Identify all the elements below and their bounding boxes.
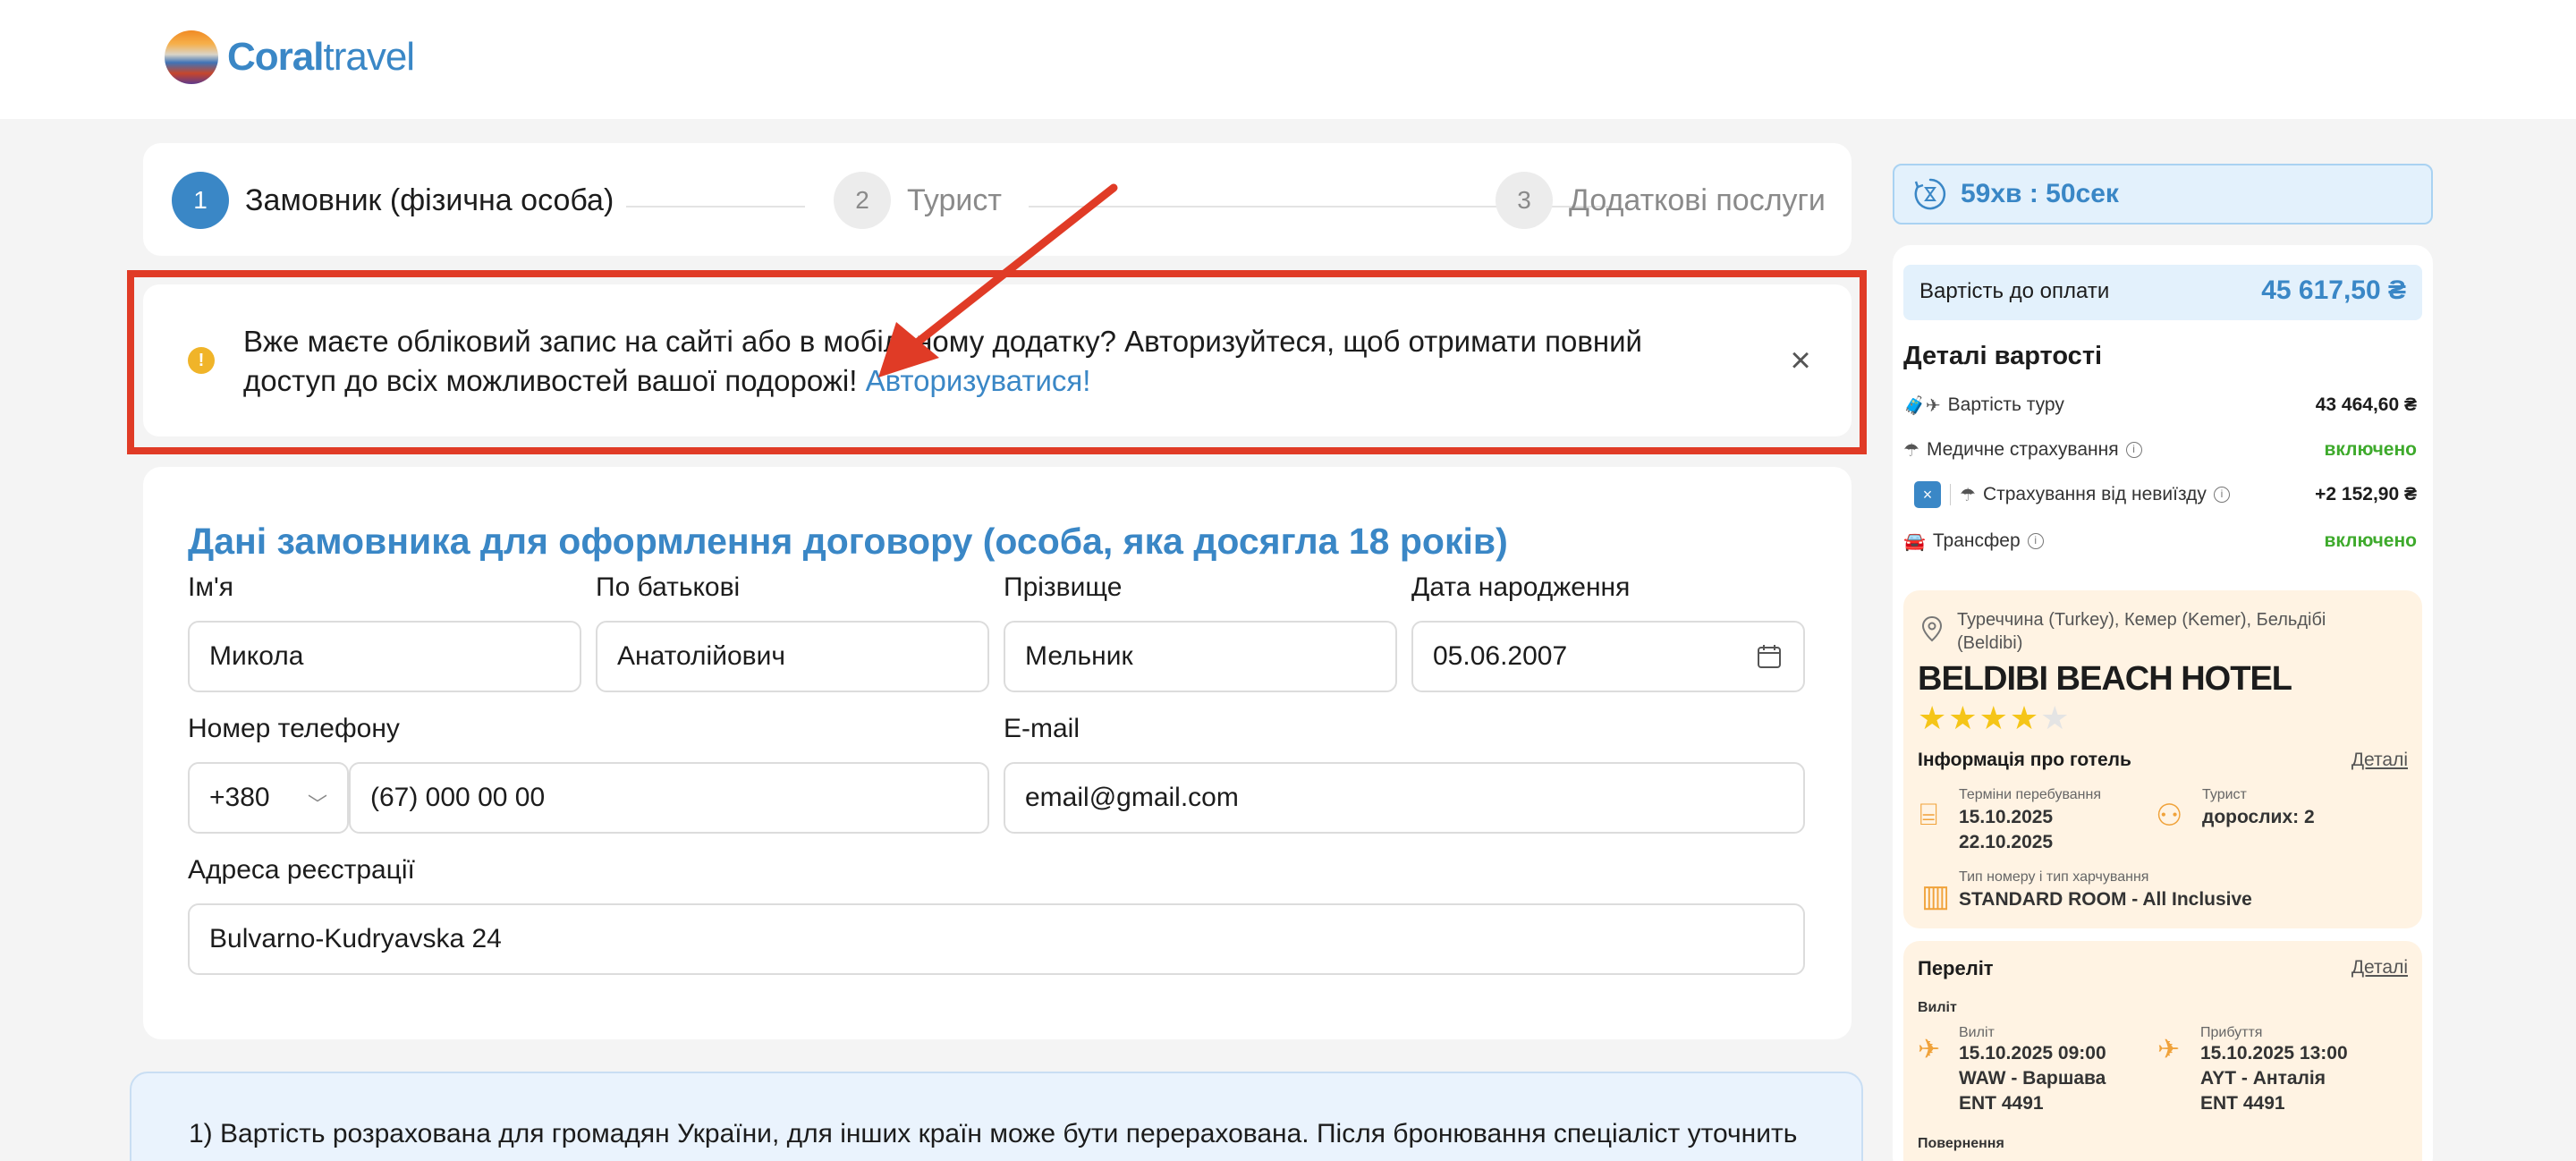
phone-input[interactable]: (67) 000 00 00: [349, 762, 989, 834]
flight-title: Переліт: [1918, 957, 1994, 979]
address-input[interactable]: Bulvarno-Kudryavska 24: [188, 903, 1805, 975]
room-label: Тип номеру і тип харчування: [1959, 869, 2149, 885]
calendar-icon[interactable]: [1755, 642, 1784, 671]
calendar-stay-icon: ⌸: [1919, 798, 1938, 832]
arr-flight: ENT 4491: [2200, 1093, 2285, 1114]
address-label: Адреса реєстрації: [188, 855, 415, 885]
dep-flight: ENT 4491: [1959, 1093, 2044, 1114]
room-value: STANDARD ROOM - All Inclusive: [1959, 889, 2252, 910]
chevron-down-icon: ﹀: [307, 793, 327, 816]
arr-label: Прибуття: [2200, 1025, 2263, 1040]
total-label: Вартість до оплати: [1919, 279, 2110, 303]
cost-row-tour: 🧳✈ Вартість туру 43 464,60 ₴: [1903, 394, 2417, 416]
return-section-label: Повернення: [1918, 1136, 2004, 1151]
first-name-label: Ім'я: [188, 572, 233, 602]
plane-landing-icon: ✈: [2157, 1035, 2181, 1064]
departure-section-label: Виліт: [1918, 1000, 1957, 1015]
price-info-text: 1) Вартість розрахована для громадян Укр…: [189, 1119, 1798, 1161]
step-tourist[interactable]: 2 Турист: [834, 172, 1002, 229]
hotel-info-label: Інформація про готель: [1918, 750, 2131, 770]
timer-text: 59хв : 50сек: [1961, 179, 2119, 208]
step-number: 1: [172, 172, 229, 229]
step-extra-services[interactable]: 3 Додаткові послуги: [1496, 172, 1826, 229]
info-icon[interactable]: i: [2125, 442, 2142, 458]
stay-to: 22.10.2025: [1959, 832, 2054, 852]
tourist-label: Турист: [2202, 787, 2247, 802]
email-input[interactable]: email@gmail.com: [1004, 762, 1805, 834]
hourglass-timer-icon: [1914, 178, 1946, 210]
tourists-icon: ⚇: [2156, 799, 2183, 833]
info-icon[interactable]: i: [2213, 487, 2230, 503]
site-header: Coraltravel: [0, 0, 2576, 119]
arr-time: 15.10.2025 13:00: [2200, 1043, 2348, 1064]
email-label: E-mail: [1004, 714, 1080, 743]
info-icon[interactable]: i: [2027, 533, 2044, 549]
star-icon: ★: [1979, 699, 2010, 736]
cost-row-transfer: 🚘 Трансфер i включено: [1903, 530, 2417, 552]
cost-row-cancel-insurance: × ☂ Страхування від невиїзду i +2 152,90…: [1903, 479, 2422, 510]
phone-code-select[interactable]: +380 ﹀: [188, 762, 349, 834]
last-name-label: Прізвище: [1004, 572, 1123, 602]
umbrella-icon: ☂: [1903, 440, 1919, 461]
flight-details-link[interactable]: Деталі: [2351, 957, 2408, 979]
price-sidebar: Вартість до оплати 45 617,50 ₴ Деталі ва…: [1893, 245, 2433, 1161]
hotel-details-link[interactable]: Деталі: [2351, 750, 2408, 771]
cost-row-medical: ☂ Медичне страхування i включено: [1903, 439, 2417, 461]
booking-steps: 1 Замовник (фізична особа) 2 Турист 3 До…: [143, 143, 1852, 256]
logo[interactable]: Coraltravel: [165, 30, 415, 84]
step-number: 2: [834, 172, 891, 229]
luggage-plane-icon: 🧳✈: [1903, 395, 1941, 416]
step-label: Замовник (фізична особа): [245, 182, 614, 217]
star-icon: ★: [1948, 699, 1979, 736]
patronymic-input[interactable]: Анатолійович: [596, 621, 989, 692]
step-customer[interactable]: 1 Замовник (фізична особа): [172, 172, 614, 229]
star-icon: ★: [2009, 699, 2041, 736]
birth-date-label: Дата народження: [1411, 572, 1631, 602]
star-icon: ★: [2040, 699, 2072, 736]
plane-takeoff-icon: ✈: [1918, 1035, 1941, 1064]
last-name-input[interactable]: Мельник: [1004, 621, 1397, 692]
divider: [1950, 484, 1951, 505]
stay-label: Терміни перебування: [1959, 787, 2101, 802]
star-icon: ★: [1918, 699, 1949, 736]
stay-from: 15.10.2025: [1959, 807, 2054, 827]
cost-details-title: Деталі вартості: [1903, 342, 2103, 370]
step-label: Додаткові послуги: [1569, 182, 1826, 217]
booking-timer: 59хв : 50сек: [1893, 164, 2433, 225]
tourist-value: дорослих: 2: [2202, 807, 2315, 827]
hotel-name[interactable]: BELDIBI BEACH HOTEL: [1918, 660, 2292, 699]
flight-card: Переліт Деталі Виліт ✈ Виліт 15.10.2025 …: [1903, 941, 2422, 1161]
price-info-panel: 1) Вартість розрахована для громадян Укр…: [130, 1072, 1863, 1161]
hotel-card: Туреччина (Turkey), Кемер (Kemer), Бельд…: [1903, 590, 2422, 928]
dep-airport: WAW - Варшава: [1959, 1068, 2106, 1089]
hotel-location: Туреччина (Turkey), Кемер (Kemer), Бельд…: [1957, 610, 2326, 653]
total-to-pay: Вартість до оплати 45 617,50 ₴: [1903, 265, 2422, 320]
umbrella-icon: ☂: [1960, 485, 1976, 505]
arr-airport: AYT - Анталія: [2200, 1068, 2326, 1089]
step-label: Турист: [907, 182, 1002, 217]
step-number: 3: [1496, 172, 1553, 229]
phone-label: Номер телефону: [188, 714, 400, 743]
cancel-insurance-checkbox[interactable]: ×: [1914, 481, 1941, 508]
location-pin-icon: [1921, 615, 1943, 642]
hotel-stars: ★★★★★: [1918, 699, 2071, 737]
total-value: 45 617,50 ₴: [2261, 275, 2406, 305]
form-title: Дані замовника для оформлення договору (…: [188, 521, 1508, 562]
first-name-input[interactable]: Микола: [188, 621, 581, 692]
dep-label: Виліт: [1959, 1025, 1995, 1040]
car-icon: 🚘: [1903, 531, 1926, 552]
patronymic-label: По батькові: [596, 572, 741, 602]
highlight-box: [127, 270, 1867, 454]
logo-ball-icon: [165, 30, 218, 84]
customer-form: Дані замовника для оформлення договору (…: [143, 467, 1852, 1039]
step-divider: [626, 206, 805, 208]
birth-date-input[interactable]: 05.06.2007: [1411, 621, 1805, 692]
dep-time: 15.10.2025 09:00: [1959, 1043, 2106, 1064]
building-icon: ▥: [1921, 879, 1951, 913]
